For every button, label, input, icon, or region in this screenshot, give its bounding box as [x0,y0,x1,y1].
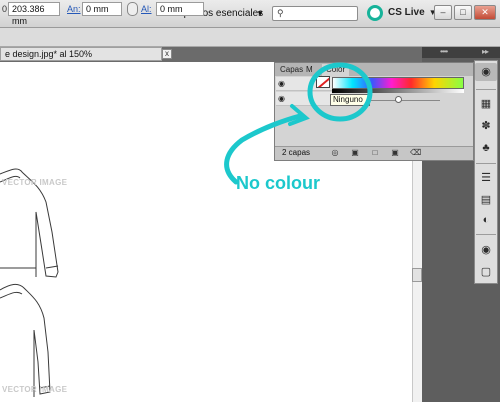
highlight-circle [307,62,373,122]
annotation-drawing [224,62,373,185]
annotation-label: No colour [236,173,320,193]
app-window: Aspectos esenciales ▼ ⚲ CS Live ▼ – □ ✕ 0… [0,0,500,402]
